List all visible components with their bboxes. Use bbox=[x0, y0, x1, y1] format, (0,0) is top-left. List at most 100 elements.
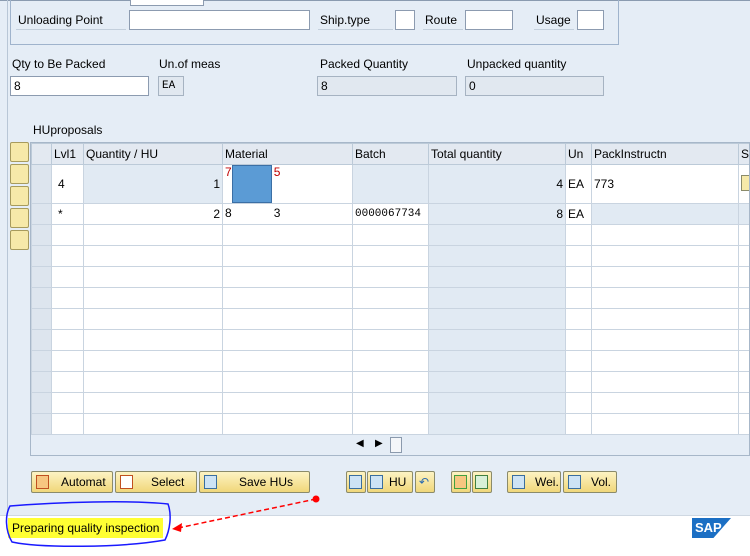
row-selector[interactable] bbox=[31, 164, 52, 204]
cell-material[interactable] bbox=[222, 266, 353, 288]
delete-hu-button[interactable]: HU bbox=[367, 471, 413, 493]
cell-batch[interactable]: 0000067734 bbox=[352, 203, 429, 225]
cell-lvl1[interactable]: 4 bbox=[51, 164, 84, 204]
cell-st[interactable] bbox=[738, 308, 749, 330]
horizontal-scrollbar[interactable]: ◀ ▶ bbox=[31, 434, 749, 455]
cell-lvl1[interactable] bbox=[51, 350, 84, 372]
cell-material[interactable] bbox=[222, 350, 353, 372]
volume-button[interactable]: Vol. bbox=[563, 471, 617, 493]
cell-total-quantity[interactable] bbox=[428, 287, 566, 309]
cell-quantity-hu[interactable] bbox=[83, 308, 223, 330]
qty-to-pack-input[interactable]: 8 bbox=[10, 76, 149, 96]
search-help-icon[interactable] bbox=[741, 174, 749, 191]
table-row[interactable] bbox=[31, 329, 749, 351]
usage-input[interactable] bbox=[577, 10, 604, 30]
cell-total-quantity[interactable] bbox=[428, 392, 566, 414]
cell-batch[interactable] bbox=[352, 413, 429, 435]
cell-material[interactable] bbox=[222, 392, 353, 414]
cell-batch[interactable] bbox=[352, 245, 429, 267]
cell-un[interactable] bbox=[565, 371, 592, 393]
cell-quantity-hu[interactable] bbox=[83, 245, 223, 267]
cell-total-quantity[interactable] bbox=[428, 266, 566, 288]
cell-un[interactable] bbox=[565, 287, 592, 309]
cell-batch[interactable] bbox=[352, 392, 429, 414]
row-selector[interactable] bbox=[31, 287, 52, 309]
cell-packinstructn[interactable] bbox=[591, 371, 739, 393]
cell-quantity-hu[interactable]: 2 bbox=[83, 203, 223, 225]
cell-lvl1[interactable] bbox=[51, 329, 84, 351]
cell-lvl1[interactable] bbox=[51, 245, 84, 267]
cell-packinstructn[interactable] bbox=[591, 392, 739, 414]
cell-packinstructn[interactable] bbox=[591, 266, 739, 288]
cell-quantity-hu[interactable] bbox=[83, 350, 223, 372]
row-selector[interactable] bbox=[31, 350, 52, 372]
cell-total-quantity[interactable]: 8 bbox=[428, 203, 566, 225]
cell-lvl1[interactable] bbox=[51, 266, 84, 288]
cell-un[interactable] bbox=[565, 350, 592, 372]
insert-row-icon[interactable] bbox=[10, 208, 29, 228]
cell-lvl1[interactable] bbox=[51, 392, 84, 414]
scroll-right-icon[interactable]: ▶ bbox=[375, 438, 383, 449]
cell-batch[interactable] bbox=[352, 371, 429, 393]
cell-total-quantity[interactable] bbox=[428, 308, 566, 330]
table-row[interactable] bbox=[31, 350, 749, 372]
row-selector[interactable] bbox=[31, 308, 52, 330]
cell-total-quantity[interactable] bbox=[428, 224, 566, 246]
table-row[interactable] bbox=[31, 308, 749, 330]
cell-un[interactable] bbox=[565, 413, 592, 435]
row-selector[interactable] bbox=[31, 329, 52, 351]
cell-st[interactable] bbox=[738, 245, 749, 267]
table-row[interactable] bbox=[31, 392, 749, 414]
undo-button[interactable]: ↶ bbox=[415, 471, 435, 493]
cell-un[interactable] bbox=[565, 245, 592, 267]
cell-packinstructn[interactable] bbox=[591, 308, 739, 330]
table-row[interactable] bbox=[31, 413, 749, 435]
cell-material[interactable] bbox=[222, 287, 353, 309]
cell-total-quantity[interactable] bbox=[428, 350, 566, 372]
row-selector[interactable] bbox=[31, 371, 52, 393]
cell-lvl1[interactable] bbox=[51, 308, 84, 330]
cell-st[interactable] bbox=[738, 350, 749, 372]
cell-total-quantity[interactable] bbox=[428, 413, 566, 435]
cell-quantity-hu[interactable]: 1 bbox=[83, 164, 223, 204]
partial-field[interactable] bbox=[130, 0, 204, 6]
col-quantity-hu[interactable]: Quantity / HU bbox=[83, 143, 223, 165]
cell-st[interactable] bbox=[738, 392, 749, 414]
cell-un[interactable] bbox=[565, 329, 592, 351]
col-packinstructn[interactable]: PackInstructn bbox=[591, 143, 739, 165]
scroll-left-icon[interactable]: ◀ bbox=[356, 438, 364, 449]
col-un[interactable]: Un bbox=[565, 143, 592, 165]
col-lvl1[interactable]: Lvl1 bbox=[51, 143, 84, 165]
cell-material[interactable]: 75 bbox=[222, 164, 353, 204]
cell-lvl1[interactable] bbox=[51, 413, 84, 435]
row-selector[interactable] bbox=[31, 413, 52, 435]
cell-lvl1[interactable] bbox=[51, 371, 84, 393]
col-batch[interactable]: Batch bbox=[352, 143, 429, 165]
cell-batch[interactable] bbox=[352, 164, 429, 204]
cell-quantity-hu[interactable] bbox=[83, 371, 223, 393]
row-selector[interactable] bbox=[31, 224, 52, 246]
cell-batch[interactable] bbox=[352, 224, 429, 246]
route-input[interactable] bbox=[465, 10, 513, 30]
cell-un[interactable]: EA bbox=[565, 164, 592, 204]
cell-packinstructn[interactable] bbox=[591, 350, 739, 372]
cell-st[interactable] bbox=[738, 287, 749, 309]
cell-total-quantity[interactable] bbox=[428, 371, 566, 393]
scroll-thumb[interactable] bbox=[390, 437, 402, 453]
assign-button[interactable] bbox=[451, 471, 471, 493]
detail-icon[interactable] bbox=[10, 186, 29, 206]
cell-batch[interactable] bbox=[352, 266, 429, 288]
cell-un[interactable] bbox=[565, 308, 592, 330]
row-selector[interactable] bbox=[31, 203, 52, 225]
select-all-icon[interactable] bbox=[10, 142, 29, 162]
cell-un[interactable] bbox=[565, 266, 592, 288]
cell-lvl1[interactable] bbox=[51, 224, 84, 246]
cell-lvl1[interactable]: * bbox=[51, 203, 84, 225]
cell-material[interactable] bbox=[222, 329, 353, 351]
cell-material[interactable] bbox=[222, 371, 353, 393]
table-row[interactable]: 4 1 7 5 4 EA 773 bbox=[31, 164, 749, 204]
cell-quantity-hu[interactable] bbox=[83, 392, 223, 414]
cell-st[interactable] bbox=[738, 266, 749, 288]
col-material[interactable]: Material bbox=[222, 143, 353, 165]
cell-un[interactable] bbox=[565, 224, 592, 246]
